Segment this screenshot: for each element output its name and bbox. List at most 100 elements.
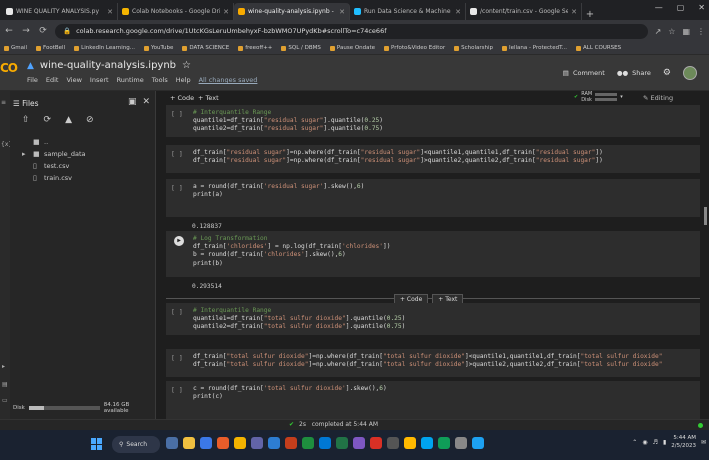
bookmark-item[interactable]: SQL / DBMS (281, 45, 321, 51)
cell-run-indicator[interactable]: [ ] (171, 354, 183, 362)
chevron-up-icon[interactable]: ⌃ (632, 439, 637, 446)
extensions-icon[interactable]: ▦ (682, 27, 690, 36)
add-text-button[interactable]: + Text (198, 94, 219, 102)
upload-file-icon[interactable]: ⇧ (22, 115, 30, 125)
share-button[interactable]: ●● Share (617, 69, 651, 77)
notification-icon[interactable]: ✉ (701, 439, 706, 446)
clock[interactable]: 5:44 AM 2/5/2023 (671, 434, 696, 450)
volume-icon[interactable]: ♬ (653, 439, 658, 446)
bookmark-item[interactable]: Iellana - ProtectedT... (501, 45, 567, 51)
add-code-button[interactable]: + Code (170, 94, 194, 102)
cell-run-indicator[interactable]: [ ] (171, 386, 183, 394)
code-cell[interactable]: ▶ # Log Transformation df_train['chlorides… (166, 231, 700, 277)
maximize-icon[interactable]: ▢ (677, 3, 685, 12)
cell-code[interactable]: a = round(df_train['residual sugar'].ske… (193, 183, 364, 199)
menu-item[interactable]: Runtime (117, 76, 144, 84)
bookmark-item[interactable]: Pause Ondate (329, 45, 375, 51)
taskbar-app-icon[interactable] (285, 437, 297, 449)
cell-run-indicator[interactable]: [ ] (171, 184, 183, 192)
runtime-dropdown-icon[interactable]: ▾ (620, 94, 623, 100)
cell-code[interactable]: c = round(df_train['total sulfur dioxide… (193, 385, 387, 401)
close-window-icon[interactable]: ✕ (698, 3, 705, 12)
taskbar-app-icon[interactable] (472, 437, 484, 449)
taskbar-app-icon[interactable] (336, 437, 348, 449)
file-tree-item[interactable]: ▸ ■ sample_data (22, 148, 86, 160)
cell-run-indicator[interactable]: [ ] (171, 308, 183, 316)
cell-run-indicator[interactable]: [ ] (171, 110, 183, 118)
code-cell[interactable]: [ ] df_train["residual sugar"]=np.where(d… (166, 145, 700, 173)
hide-files-icon[interactable]: ⊘ (86, 115, 94, 125)
battery-icon[interactable]: ▮ (663, 439, 666, 446)
menu-item[interactable]: Help (176, 76, 191, 84)
taskbar-app-icon[interactable] (370, 437, 382, 449)
taskbar-app-icon[interactable] (404, 437, 416, 449)
close-sidebar-icon[interactable]: ✕ (142, 97, 150, 107)
bookmark-item[interactable]: ALL COURSES (576, 45, 621, 51)
taskbar-app-icon[interactable] (166, 437, 178, 449)
browser-menu-icon[interactable]: ⋮ (697, 27, 705, 36)
code-cell[interactable]: [ ] # Interquantile Range quantile1=df_tra… (166, 303, 700, 335)
notebook-title[interactable]: wine-quality-analysis.ipynb (40, 60, 176, 71)
cell-code[interactable]: df_train["total sulfur dioxide"]=np.wher… (193, 353, 662, 369)
menu-item[interactable]: View (66, 76, 81, 84)
browser-tab[interactable]: wine-quality-analysis.ipynb - Co ✕ (234, 3, 350, 20)
browser-tab[interactable]: Colab Notebooks - Google Dri ✕ (118, 3, 234, 20)
taskbar-app-icon[interactable] (421, 437, 433, 449)
forward-icon[interactable]: → (21, 26, 31, 36)
share-page-icon[interactable]: ↗ (655, 27, 662, 36)
cell-code[interactable]: df_train["residual sugar"]=np.where(df_t… (193, 149, 603, 165)
browser-tab[interactable]: /content/train.csv - Google Se ✕ (466, 3, 582, 20)
taskbar-app-icon[interactable] (217, 437, 229, 449)
tab-close-icon[interactable]: ✕ (223, 8, 229, 16)
taskbar-app-icon[interactable] (183, 437, 195, 449)
url-field[interactable]: 🔒 colab.research.google.com/drive/1UtcKG… (55, 23, 648, 39)
open-tab-icon[interactable]: ▣ (128, 97, 137, 107)
code-cell[interactable]: [ ] df_train["total sulfur dioxide"]=np.w… (166, 349, 700, 377)
menu-item[interactable]: Insert (90, 76, 109, 84)
cell-code[interactable]: # Log Transformation df_train['chlorides'… (193, 235, 390, 268)
file-tree-item[interactable]: ▯ train.csv (22, 172, 86, 184)
taskbar-search[interactable]: ⚲ Search (112, 436, 160, 453)
bookmark-star-icon[interactable]: ☆ (668, 27, 675, 36)
star-icon[interactable]: ☆ (182, 60, 191, 71)
minimize-icon[interactable]: — (655, 3, 663, 12)
cell-code[interactable]: # Interquantile Range quantile1=df_train[… (193, 307, 405, 332)
browser-tab[interactable]: Run Data Science & Machine Le ✕ (350, 3, 466, 20)
bookmark-item[interactable]: LinkedIn Learning... (74, 45, 135, 51)
reload-icon[interactable]: ⟳ (38, 26, 48, 36)
tab-close-icon[interactable]: ✕ (107, 8, 113, 16)
taskbar-app-icon[interactable] (251, 437, 263, 449)
tab-close-icon[interactable]: ✕ (455, 8, 461, 16)
code-cell[interactable]: [ ] c = round(df_train['total sulfur diox… (166, 381, 700, 419)
scrollbar-thumb[interactable] (704, 207, 707, 225)
comment-button[interactable]: ▤ Comment (563, 69, 605, 77)
cell-run-indicator[interactable]: [ ] (171, 150, 183, 158)
ram-disk-indicator[interactable]: ✔ RAM Disk ▾ (574, 91, 623, 103)
wifi-icon[interactable]: ◉ (642, 439, 647, 446)
mount-drive-icon[interactable]: ▲ (65, 115, 72, 125)
bookmark-item[interactable]: DATA SCIENCE (182, 45, 229, 51)
bookmark-item[interactable]: Prfoto&Video Editor (384, 45, 445, 51)
menu-item[interactable]: Edit (46, 76, 59, 84)
console-icon[interactable]: ▭ (2, 397, 8, 404)
tab-close-icon[interactable]: ✕ (571, 8, 577, 16)
taskbar-app-icon[interactable] (455, 437, 467, 449)
taskbar-app-icon[interactable] (353, 437, 365, 449)
bookmark-item[interactable]: Gmail (4, 45, 27, 51)
terminal-icon[interactable]: ▸ (2, 363, 5, 370)
code-cell[interactable]: [ ] a = round(df_train['residual sugar'].… (166, 179, 700, 217)
file-tree-item[interactable]: ▯ test.csv (22, 160, 86, 172)
browser-tab[interactable]: WINE QUALITY ANALYSIS.py ✕ (2, 3, 118, 20)
editing-mode[interactable]: ✎ Editing (643, 94, 673, 102)
taskbar-app-icon[interactable] (234, 437, 246, 449)
avatar[interactable] (683, 66, 697, 80)
save-status[interactable]: All changes saved (199, 76, 258, 84)
menu-item[interactable]: Tools (152, 76, 168, 84)
vertical-scrollbar[interactable] (701, 105, 709, 419)
taskbar-app-icon[interactable] (200, 437, 212, 449)
refresh-folder-icon[interactable]: ⟳ (44, 115, 52, 125)
menu-icon[interactable]: ☰ (13, 99, 22, 108)
taskbar-app-icon[interactable] (302, 437, 314, 449)
gear-icon[interactable]: ⚙ (663, 68, 671, 78)
taskbar-app-icon[interactable] (319, 437, 331, 449)
